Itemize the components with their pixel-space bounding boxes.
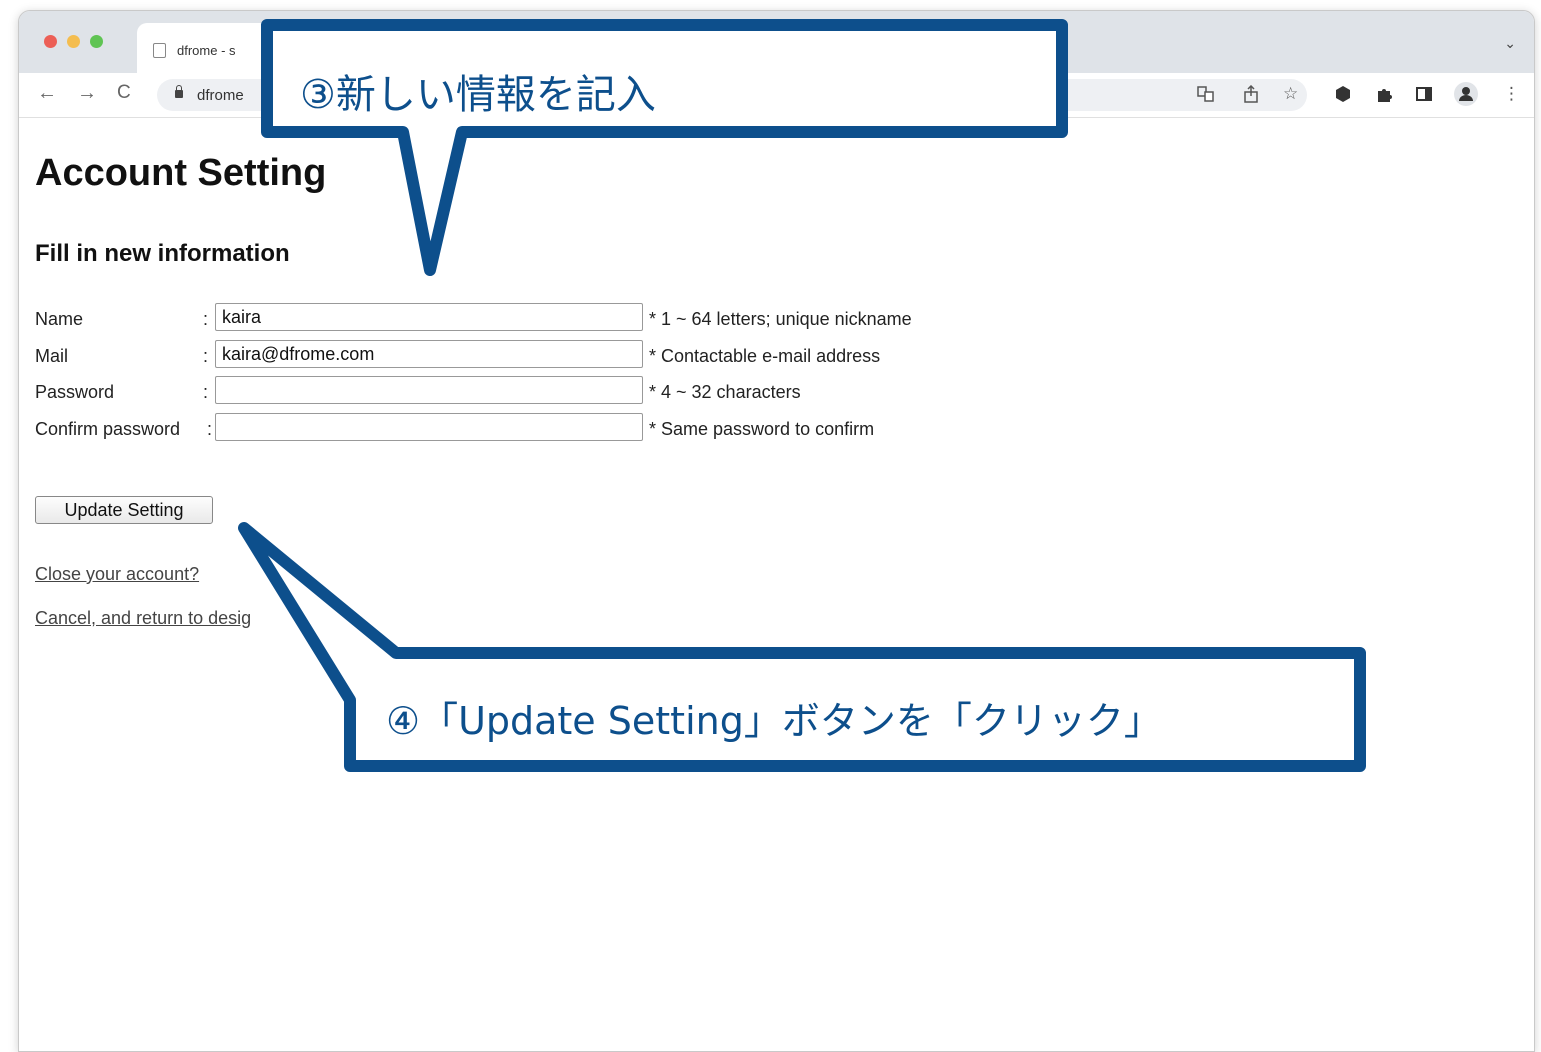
mail-colon: : — [203, 346, 209, 366]
confirm-password-input[interactable] — [215, 413, 643, 441]
browser-toolbar: ← → C dfrome ☆ ⋮ — [19, 73, 1534, 118]
tab-bar: dfrome - s ⌄ — [19, 11, 1534, 73]
page-content: Account Setting Fill in new information … — [19, 118, 1534, 1051]
mail-input[interactable] — [215, 340, 643, 368]
lock-icon[interactable] — [175, 85, 183, 98]
callout-step3-text: ③新しい情報を記入 — [300, 72, 656, 118]
tab-title: dfrome - s — [177, 43, 236, 58]
browser-window: dfrome - s ⌄ ← → C dfrome ☆ ⋮ Account Se… — [18, 10, 1535, 1052]
name-label: Name — [35, 309, 84, 329]
minimize-window-button[interactable] — [67, 35, 80, 48]
maximize-window-button[interactable] — [90, 35, 103, 48]
confirm-password-label: Confirm password — [35, 419, 181, 439]
address-bar-url[interactable]: dfrome — [197, 87, 244, 104]
password-hint: * 4 ~ 32 characters — [649, 382, 801, 402]
extension-hexagon-icon[interactable] — [1335, 85, 1351, 107]
confirm-password-hint: * Same password to confirm — [649, 419, 875, 439]
password-colon: : — [203, 382, 209, 402]
page-favicon-icon — [153, 43, 166, 58]
callout-step4-text: ④「Update Setting」ボタンを「クリック」 — [386, 699, 1162, 743]
cancel-return-link[interactable]: Cancel, and return to desig — [35, 608, 251, 629]
page-subtitle: Fill in new information — [35, 240, 290, 267]
forward-arrow-icon[interactable]: → — [77, 83, 97, 103]
name-hint: * 1 ~ 64 letters; unique nickname — [649, 309, 912, 329]
mail-label: Mail — [35, 346, 69, 366]
update-setting-button[interactable]: Update Setting — [35, 496, 213, 524]
bookmark-star-icon[interactable]: ☆ — [1283, 85, 1298, 103]
tab-search-chevron-icon[interactable]: ⌄ — [1504, 35, 1516, 52]
page-title: Account Setting — [35, 152, 327, 194]
back-arrow-icon[interactable]: ← — [37, 83, 57, 103]
name-colon: : — [203, 309, 209, 329]
reload-icon[interactable]: C — [117, 83, 131, 103]
profile-icon[interactable] — [1453, 81, 1479, 111]
confirm-password-colon: : — [207, 419, 213, 439]
translate-icon[interactable] — [1197, 85, 1215, 107]
share-icon[interactable] — [1243, 84, 1259, 107]
name-input[interactable] — [215, 303, 643, 331]
puzzle-icon[interactable] — [1375, 85, 1393, 107]
mail-hint: * Contactable e-mail address — [649, 346, 881, 366]
menu-icon[interactable]: ⋮ — [1503, 85, 1520, 103]
password-label: Password — [35, 382, 115, 402]
side-panel-icon[interactable] — [1415, 85, 1433, 107]
close-window-button[interactable] — [44, 35, 57, 48]
close-account-link[interactable]: Close your account? — [35, 564, 199, 585]
password-input[interactable] — [215, 376, 643, 404]
